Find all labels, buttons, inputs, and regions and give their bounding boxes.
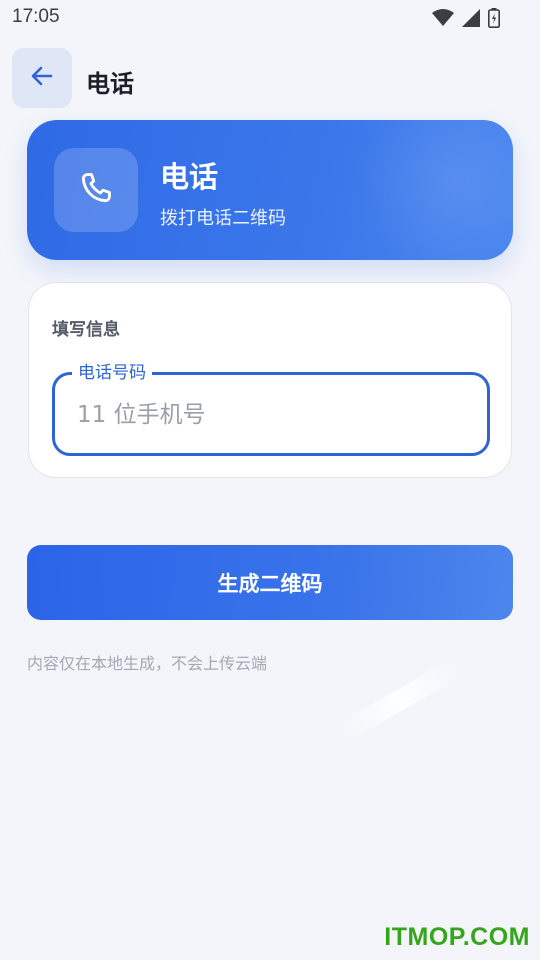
back-button[interactable]	[12, 48, 72, 108]
hero-subtitle: 拨打电话二维码	[160, 208, 286, 229]
phone-input[interactable]	[77, 395, 467, 435]
wifi-icon	[432, 9, 454, 27]
battery-icon	[488, 8, 500, 28]
hero-title: 电话	[160, 160, 219, 194]
privacy-hint: 内容仅在本地生成，不会上传云端	[27, 654, 268, 673]
status-time: 17:05	[12, 6, 60, 27]
page-title: 电话	[86, 70, 134, 98]
decorative-streak	[334, 656, 466, 744]
form-card: 填写信息 电话号码	[28, 282, 512, 478]
section-label: 填写信息	[52, 320, 120, 340]
hero-icon-tile	[54, 148, 138, 232]
status-bar: 17:05	[0, 0, 540, 36]
phone-icon	[77, 169, 115, 211]
phone-field-label: 电话号码	[72, 362, 152, 384]
hero-card: 电话 拨打电话二维码	[27, 120, 513, 260]
arrow-left-icon	[29, 63, 55, 93]
generate-qr-button[interactable]: 生成二维码	[27, 545, 513, 620]
status-icons	[432, 8, 500, 28]
phone-field[interactable]: 电话号码	[52, 362, 490, 456]
watermark: ITMOP.COM	[384, 923, 530, 951]
signal-icon	[462, 9, 480, 27]
